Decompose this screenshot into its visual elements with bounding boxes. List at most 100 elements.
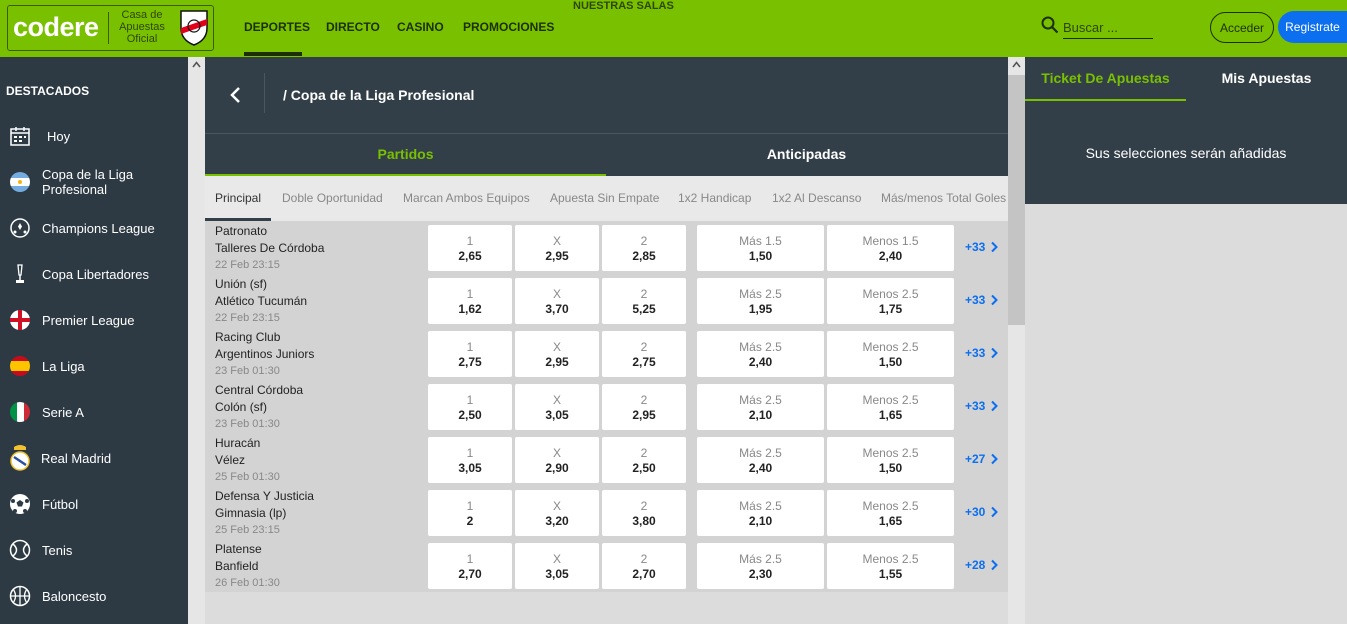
market-sin-empate[interactable]: Apuesta Sin Empate: [550, 191, 659, 205]
event-teams[interactable]: Huracán Vélez 25 Feb 01:30: [215, 435, 425, 485]
odd-button[interactable]: X 3,70: [515, 278, 599, 324]
register-button[interactable]: Registrate: [1278, 11, 1347, 43]
over-odd-button[interactable]: Más 2.5 2,30: [697, 543, 824, 589]
nav-deportes[interactable]: DEPORTES: [244, 20, 310, 34]
odd-button[interactable]: 1 2,65: [428, 225, 512, 271]
odd-button[interactable]: 2 3,80: [602, 490, 686, 536]
login-button[interactable]: Acceder: [1210, 12, 1274, 43]
sidebar-item-premier[interactable]: Premier League: [0, 298, 188, 342]
tab-partidos[interactable]: Partidos: [205, 134, 606, 176]
odd-button[interactable]: X 2,90: [515, 437, 599, 483]
chevron-right-icon[interactable]: [990, 294, 998, 306]
over-odd-button[interactable]: Más 2.5 2,10: [697, 490, 824, 536]
tab-ticket-apuestas[interactable]: Ticket De Apuestas: [1025, 57, 1186, 101]
sidebar-item-baloncesto[interactable]: Baloncesto: [0, 574, 188, 618]
tab-anticipadas[interactable]: Anticipadas: [606, 134, 1007, 176]
odd-button[interactable]: 2 2,85: [602, 225, 686, 271]
more-markets-link[interactable]: +27: [965, 452, 985, 466]
chevron-right-icon[interactable]: [990, 453, 998, 465]
odd-button[interactable]: 1 3,05: [428, 437, 512, 483]
odd-button[interactable]: X 3,20: [515, 490, 599, 536]
sidebar-item-champions[interactable]: Champions League: [0, 206, 188, 250]
market-handicap[interactable]: 1x2 Handicap: [678, 191, 751, 205]
market-total-goles[interactable]: Más/menos Total Goles: [881, 191, 1006, 205]
odd-button[interactable]: X 3,05: [515, 543, 599, 589]
under-odd-button[interactable]: Menos 2.5 1,75: [827, 278, 954, 324]
under-odd-button[interactable]: Menos 2.5 1,55: [827, 543, 954, 589]
sidebar-item-hoy[interactable]: Hoy: [0, 114, 188, 158]
sidebar-item-copa-liga[interactable]: Copa de la Liga Profesional: [0, 160, 188, 204]
sidebar-item-seriea[interactable]: Serie A: [0, 390, 188, 434]
nav-directo[interactable]: DIRECTO: [326, 20, 380, 34]
nav-promociones[interactable]: PROMOCIONES: [463, 20, 554, 34]
chevron-right-icon[interactable]: [990, 506, 998, 518]
event-teams[interactable]: Platense Banfield 26 Feb 01:30: [215, 541, 425, 591]
event-teams[interactable]: Central Córdoba Colón (sf) 23 Feb 01:30: [215, 382, 425, 432]
odd-button[interactable]: 1 2,75: [428, 331, 512, 377]
odd-label: 2: [640, 340, 648, 354]
sidebar-item-futbol[interactable]: Fútbol: [0, 482, 188, 526]
nav-active-indicator: [244, 52, 302, 56]
nav-nuestras-salas[interactable]: NUESTRAS SALAS: [573, 0, 674, 12]
back-chevron-icon[interactable]: [227, 85, 243, 105]
under-odd-button[interactable]: Menos 2.5 1,50: [827, 437, 954, 483]
more-markets-link[interactable]: +33: [965, 293, 985, 307]
market-descanso[interactable]: 1x2 Al Descanso: [772, 191, 861, 205]
event-row: Racing Club Argentinos Juniors 23 Feb 01:3…: [205, 328, 1008, 380]
logo[interactable]: codere Casa de Apuestas Oficial: [7, 5, 214, 51]
odd-button[interactable]: 2 2,75: [602, 331, 686, 377]
tab-mis-apuestas[interactable]: Mis Apuestas: [1186, 57, 1347, 101]
chevron-right-icon[interactable]: [990, 559, 998, 571]
logo-divider: [108, 12, 109, 44]
search-icon[interactable]: [1041, 16, 1059, 34]
odd-button[interactable]: X 2,95: [515, 225, 599, 271]
odd-button[interactable]: 2 2,70: [602, 543, 686, 589]
event-teams[interactable]: Defensa Y Justicia Gimnasia (lp) 25 Feb 23…: [215, 488, 425, 538]
under-odd-button[interactable]: Menos 1.5 2,40: [827, 225, 954, 271]
over-odd-button[interactable]: Más 2.5 2,10: [697, 384, 824, 430]
odd-button[interactable]: 2 2,95: [602, 384, 686, 430]
odd-button[interactable]: X 2,95: [515, 331, 599, 377]
odd-button[interactable]: X 3,05: [515, 384, 599, 430]
chevron-right-icon[interactable]: [990, 347, 998, 359]
sidebar-item-tenis[interactable]: Tenis: [0, 528, 188, 572]
more-markets-link[interactable]: +28: [965, 558, 985, 572]
odd-button[interactable]: 1 1,62: [428, 278, 512, 324]
sidebar-item-libertadores[interactable]: Copa Libertadores: [0, 252, 188, 296]
more-markets-link[interactable]: +33: [965, 240, 985, 254]
odd-button[interactable]: 12: [428, 490, 512, 536]
under-odd-button[interactable]: Menos 2.5 1,65: [827, 384, 954, 430]
under-odd-button[interactable]: Menos 2.5 1,65: [827, 490, 954, 536]
under-odd-button[interactable]: Menos 2.5 1,50: [827, 331, 954, 377]
over-odd-button[interactable]: Más 2.5 1,95: [697, 278, 824, 324]
scroll-up-arrow-icon[interactable]: [1012, 60, 1021, 69]
scroll-up-arrow-icon[interactable]: [192, 60, 201, 69]
event-teams[interactable]: Racing Club Argentinos Juniors 23 Feb 01:3…: [215, 329, 425, 379]
scrollbar-thumb[interactable]: [1008, 75, 1025, 325]
odd-label: Menos 2.5: [862, 499, 919, 513]
odd-button[interactable]: 2 5,25: [602, 278, 686, 324]
odd-button[interactable]: 2 2,50: [602, 437, 686, 483]
odd-button[interactable]: 1 2,70: [428, 543, 512, 589]
odd-value: 2: [466, 514, 474, 528]
sidebar-item-real-madrid[interactable]: Real Madrid: [0, 436, 188, 480]
market-ambos-marcan[interactable]: Marcan Ambos Equipos: [403, 191, 530, 205]
event-teams[interactable]: Unión (sf) Atlético Tucumán 22 Feb 23:15: [215, 276, 425, 326]
more-markets-link[interactable]: +33: [965, 399, 985, 413]
search-input[interactable]: [1063, 17, 1153, 39]
odd-button[interactable]: 1 2,50: [428, 384, 512, 430]
sidebar-item-laliga[interactable]: La Liga: [0, 344, 188, 388]
over-odd-button[interactable]: Más 2.5 2,40: [697, 331, 824, 377]
more-markets-link[interactable]: +33: [965, 346, 985, 360]
nav-casino[interactable]: CASINO: [397, 20, 444, 34]
market-doble-oportunidad[interactable]: Doble Oportunidad: [282, 191, 383, 205]
market-principal[interactable]: Principal: [215, 191, 261, 205]
chevron-right-icon[interactable]: [990, 241, 998, 253]
over-odd-button[interactable]: Más 2.5 2,40: [697, 437, 824, 483]
main-scrollbar[interactable]: [1008, 57, 1025, 624]
more-markets-link[interactable]: +30: [965, 505, 985, 519]
event-teams[interactable]: Patronato Talleres De Córdoba 22 Feb 23:15: [215, 223, 425, 273]
left-scrollbar[interactable]: [188, 57, 205, 624]
chevron-right-icon[interactable]: [990, 400, 998, 412]
over-odd-button[interactable]: Más 1.5 1,50: [697, 225, 824, 271]
